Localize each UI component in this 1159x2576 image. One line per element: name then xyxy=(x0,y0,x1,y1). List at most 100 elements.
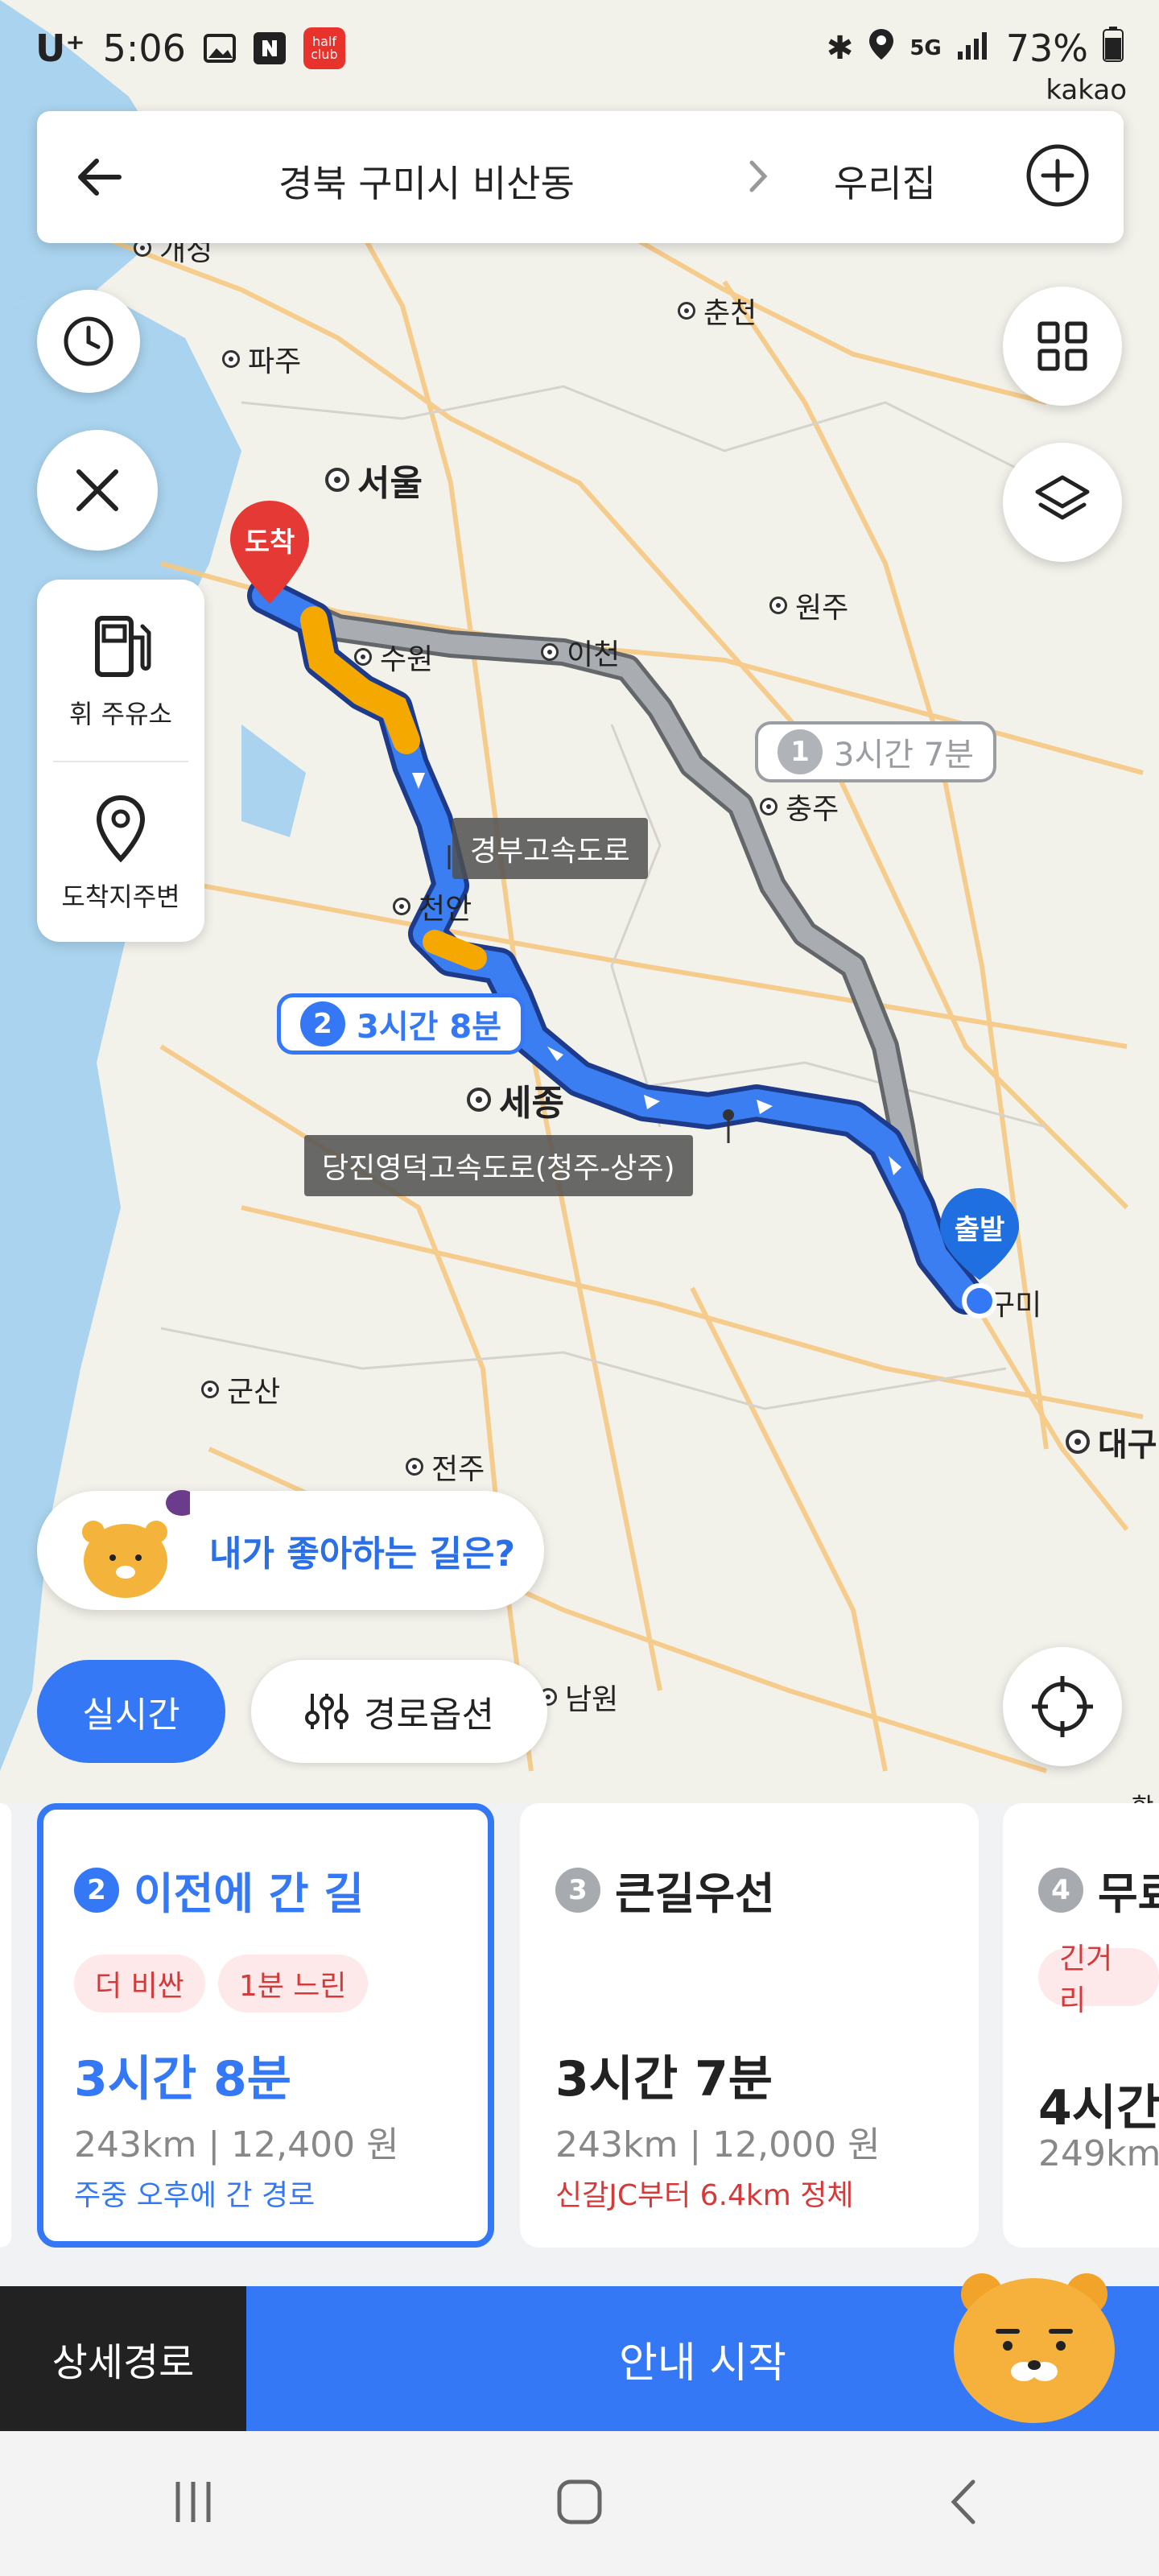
prev-card-edge[interactable] xyxy=(0,1803,11,2248)
city-dot-icon xyxy=(201,1381,219,1398)
start-navigation-label: 안내 시작 xyxy=(619,2339,786,2388)
battery-label: 73% xyxy=(1005,27,1088,70)
layers-icon xyxy=(1035,475,1090,520)
card-title: 3 큰길우선 xyxy=(555,1858,775,1922)
menu-grid-button[interactable] xyxy=(1003,287,1122,406)
card-title-text: 무료 xyxy=(1098,1868,1159,1919)
gallery-icon xyxy=(203,32,236,64)
city-dot-icon xyxy=(1066,1430,1090,1454)
city-label: 세종 xyxy=(467,1074,564,1125)
card-title: 2 이전에 간 길 xyxy=(74,1858,364,1922)
card-cost: 12,400 원 xyxy=(231,2124,399,2165)
recent-apps-icon xyxy=(175,2482,211,2522)
route-number-badge: 2 xyxy=(300,1001,345,1046)
battery-icon xyxy=(1103,26,1124,71)
gas-station-label: 휘 주유소 xyxy=(69,698,172,729)
carrier-label: U⁺ xyxy=(35,27,85,70)
around-destination-label: 도착지주변 xyxy=(61,881,180,912)
origin-field[interactable]: 경북 구미시 비산동 xyxy=(278,155,575,208)
route-1-label[interactable]: 1 3시간 7분 xyxy=(755,721,997,782)
card-note: 신갈JC부터 6.4km 정체 xyxy=(555,2179,854,2212)
city-dot-icon xyxy=(222,350,240,368)
route-card[interactable]: 4 무료 긴거리 4시간 249km xyxy=(1003,1803,1159,2248)
origin-pin[interactable]: 출발 xyxy=(935,1183,1024,1320)
gas-pump-icon xyxy=(95,615,151,677)
route-card-selected[interactable]: 2 이전에 간 길 더 비싼 1분 느린 3시간 8분 243km | 12,4… xyxy=(37,1803,494,2248)
road-label-gyeongbu: 경부고속도로 xyxy=(452,818,648,879)
pin-label: 도착 xyxy=(244,526,295,559)
route-number-badge: 1 xyxy=(777,729,823,774)
route-number-badge: 2 xyxy=(74,1867,119,1913)
city-label: 수원 xyxy=(354,636,433,678)
city-label: 파주 xyxy=(222,338,301,380)
naver-icon xyxy=(253,32,286,64)
card-title-text: 큰길우선 xyxy=(615,1868,775,1919)
city-dot-icon xyxy=(769,597,787,614)
poi-side-panel: 휘 주유소 도착지주변 xyxy=(37,580,204,942)
history-button[interactable] xyxy=(37,290,140,393)
city-dot-icon xyxy=(354,648,372,666)
tag: 1분 느린 xyxy=(217,1955,368,2013)
card-duration: 3시간 8분 xyxy=(74,2051,291,2107)
route-detail-button[interactable]: 상세경로 xyxy=(0,2286,246,2431)
chevron-left-icon xyxy=(951,2479,975,2524)
clock: 5:06 xyxy=(102,27,186,70)
current-location-button[interactable] xyxy=(1003,1647,1122,1766)
road-label-dangjin: 당진영덕고속도로(청주-상주) xyxy=(304,1135,693,1196)
home-button[interactable] xyxy=(551,2474,608,2533)
city-dot-icon xyxy=(541,643,559,661)
layers-button[interactable] xyxy=(1003,443,1122,562)
ryan-character-icon xyxy=(69,1488,198,1612)
back-nav-button[interactable] xyxy=(938,2474,994,2533)
city-label: 이천 xyxy=(541,631,620,673)
plus-circle-icon xyxy=(1026,144,1089,207)
route-options-button[interactable]: 경로옵션 xyxy=(251,1660,547,1763)
add-waypoint-button[interactable] xyxy=(1024,142,1091,213)
destination-pin[interactable]: 도착 xyxy=(225,496,314,609)
favorite-route-prompt[interactable]: 내가 좋아하는 길은? xyxy=(37,1488,544,1612)
card-distance: 243km xyxy=(555,2124,678,2165)
bluetooth-icon: ✱ xyxy=(826,30,854,67)
sliders-icon xyxy=(305,1694,349,1729)
around-destination-button[interactable]: 도착지주변 xyxy=(37,762,204,943)
map-pin-icon xyxy=(940,1188,1019,1319)
system-nav-bar xyxy=(0,2431,1159,2576)
city-label: 천안 xyxy=(393,886,472,927)
card-title-text: 이전에 간 길 xyxy=(134,1868,364,1919)
city-dot-icon xyxy=(325,468,349,492)
card-tags: 더 비싼 1분 느린 xyxy=(74,1955,368,2013)
card-cost: 12,000 원 xyxy=(712,2124,881,2165)
back-button[interactable] xyxy=(69,145,134,213)
home-icon xyxy=(557,2479,602,2524)
close-icon xyxy=(76,469,118,511)
card-distance: 249km xyxy=(1038,2133,1159,2174)
tag: 더 비싼 xyxy=(74,1955,205,2013)
route-card[interactable]: 3 큰길우선 3시간 7분 243km | 12,000 원 신갈JC부터 6.… xyxy=(520,1803,979,2248)
gas-station-button[interactable]: 휘 주유소 xyxy=(37,580,204,761)
card-duration: 3시간 7분 xyxy=(555,2051,773,2107)
route-2-label[interactable]: 2 3시간 8분 xyxy=(277,993,525,1055)
route-search-bar: 경북 구미시 비산동 우리집 xyxy=(37,111,1124,243)
city-dot-icon xyxy=(406,1458,423,1476)
recent-apps-button[interactable] xyxy=(165,2474,221,2533)
location-icon xyxy=(868,27,895,70)
destination-field[interactable]: 우리집 xyxy=(834,155,936,208)
card-title: 4 무료 xyxy=(1038,1858,1159,1922)
city-label: 전주 xyxy=(406,1446,485,1488)
city-label: 남원 xyxy=(539,1676,618,1718)
city-dot-icon xyxy=(678,302,695,320)
route-time: 3시간 7분 xyxy=(834,737,975,774)
card-note: 주중 오후에 간 경로 xyxy=(74,2179,316,2212)
realtime-filter-button[interactable]: 실시간 xyxy=(37,1660,225,1763)
city-dot-icon xyxy=(393,898,410,915)
grid-icon xyxy=(1037,321,1087,371)
chevron-right-icon xyxy=(745,156,769,200)
clock-icon xyxy=(64,316,113,366)
city-dot-icon xyxy=(760,798,777,815)
location-pin-icon xyxy=(96,795,146,862)
route-time: 3시간 8분 xyxy=(357,1009,501,1046)
city-label: 대구 xyxy=(1066,1418,1157,1465)
signal-icon xyxy=(956,27,992,70)
status-bar: U⁺ 5:06 half club ✱ 5G 73% xyxy=(0,0,1159,97)
close-button[interactable] xyxy=(37,430,158,551)
